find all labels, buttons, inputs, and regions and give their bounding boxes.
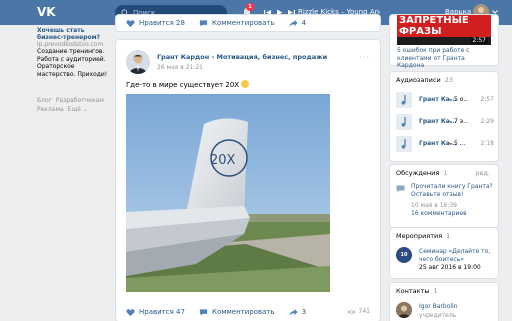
contacts-section: Контакты 1 Igor Barbolin учредитель — [390, 283, 498, 321]
discussion-topic[interactable]: Прочитали книгу Гранта? Оставьте отзыв! — [411, 183, 493, 198]
discussion-comments[interactable]: 16 комментариев — [411, 210, 467, 217]
heart-icon — [126, 19, 135, 27]
post: Грант Кардон - Мотивация, бизнес, продаж… — [116, 40, 380, 321]
previous-post-actions: Нравится 28 Комментировать 4 — [126, 17, 320, 29]
contacts-count: 1 — [433, 287, 438, 295]
post-photo[interactable]: 20X — [126, 94, 330, 292]
footer-link-developers[interactable]: Разработчикам — [56, 97, 104, 104]
comment-label: Комментировать — [211, 308, 275, 316]
post-text: Где-то в мире существует 20X — [126, 80, 250, 90]
views-counter: 741 — [347, 308, 370, 315]
discussions-count: 1 — [443, 169, 448, 177]
contacts-title-label: Контакты — [396, 287, 430, 295]
share-count: 3 — [301, 308, 307, 316]
comment-icon — [199, 308, 208, 316]
track-title: 5 ... — [454, 140, 466, 147]
track-separator: – — [449, 96, 452, 103]
chevron-down-icon[interactable] — [492, 10, 498, 14]
post-text-content: Где-то в мире существует 20X — [126, 81, 240, 89]
post-menu-icon[interactable]: ··· — [359, 53, 370, 62]
like-count: 47 — [176, 308, 185, 316]
smile-emoji-icon — [241, 80, 250, 88]
notifications-badge: 1 — [246, 3, 254, 11]
share-count: 4 — [301, 19, 307, 27]
post-date[interactable]: 26 мая в 21:21 — [157, 64, 203, 71]
eye-icon — [347, 309, 356, 314]
like-button[interactable]: Нравится 47 — [126, 308, 185, 317]
audio-title-label: Аудиозаписи — [396, 76, 441, 84]
comment-button[interactable]: Комментировать — [199, 19, 275, 28]
discussions-title[interactable]: Обсуждения 1 — [396, 169, 447, 177]
footer-link-blog[interactable]: Блог — [37, 97, 52, 104]
comment-button[interactable]: Комментировать — [199, 308, 275, 317]
event-title[interactable]: Семинар «Делайте то, чего боитесь» — [419, 248, 493, 263]
edit-link[interactable]: ред. — [475, 169, 490, 177]
post-actions: Нравится 47 Комментировать 3 — [126, 306, 320, 318]
like-count: 28 — [176, 19, 185, 27]
post-author[interactable]: Грант Кардон - Мотивация, бизнес, продаж… — [157, 53, 327, 61]
share-button[interactable]: 3 — [289, 308, 306, 317]
share-button[interactable]: 4 — [289, 19, 306, 28]
audio-track[interactable]: Грант Ка... – 7 э... 2:29 — [396, 114, 494, 132]
ad-title[interactable]: Хочешь стать бизнес-тренером? — [37, 27, 107, 41]
discussion-date: 10 мая в 16:39 — [411, 202, 457, 209]
vk-logo[interactable]: VK — [37, 6, 59, 19]
tail-logo-text: 20X — [210, 153, 236, 168]
discussions-section: Обсуждения 1 ред. Прочитали книгу Гранта?… — [390, 165, 498, 227]
music-note-icon[interactable] — [396, 92, 412, 108]
music-note-icon[interactable] — [396, 136, 412, 152]
track-title: 5 о... — [454, 96, 468, 103]
promo-text[interactable]: 5 ошибок при работе с клиентами от Грант… — [397, 47, 493, 70]
track-separator: – — [449, 118, 452, 125]
track-separator: – — [449, 140, 452, 147]
contacts-title[interactable]: Контакты 1 — [396, 287, 438, 295]
promo-headline: ЗАПРЕТНЫЕ ФРАЗЫ — [399, 15, 469, 37]
discussion-icon — [396, 185, 405, 193]
discussions-title-label: Обсуждения — [396, 169, 440, 177]
events-section: Мероприятия 1 10 Семинар «Делайте то, чег… — [390, 228, 498, 278]
event-date: 25 авг 2016 в 19:00 — [419, 264, 481, 271]
comment-label: Комментировать — [211, 19, 275, 27]
events-count: 1 — [446, 232, 451, 240]
comment-icon — [199, 19, 208, 27]
footer-link-ads[interactable]: Реклама — [37, 106, 64, 113]
ad-domain[interactable]: lp.prevodkodstvo.com — [37, 41, 103, 48]
previous-post: Нравится 28 Комментировать 4 — [116, 15, 380, 31]
track-duration: 2:57 — [480, 96, 494, 103]
audio-section-title[interactable]: Аудиозаписи 23 — [396, 76, 453, 84]
heart-icon — [126, 308, 135, 316]
audio-section: Аудиозаписи 23 Грант Ка... – 5 о... 2:57 … — [390, 72, 498, 161]
footer-link-more[interactable]: Ещё ⌄ — [68, 106, 88, 113]
track-duration: 2:18 — [480, 140, 494, 147]
track-title: 7 э... — [454, 118, 468, 125]
promo-video-thumbnail[interactable]: ЗАПРЕТНЫЕ ФРАЗЫ 2:57 — [397, 15, 491, 45]
contact-role: учредитель — [419, 312, 457, 319]
event-logo[interactable]: 10 — [396, 247, 412, 263]
author-avatar[interactable] — [126, 50, 150, 74]
video-duration: 2:57 — [470, 37, 488, 44]
share-icon — [289, 308, 298, 316]
events-title[interactable]: Мероприятия 1 — [396, 232, 450, 240]
ad-text: Создание тренингов. Работа с аудиторией.… — [37, 48, 108, 78]
contact-avatar[interactable] — [396, 302, 412, 318]
promo-video-card[interactable]: ЗАПРЕТНЫЕ ФРАЗЫ 2:57 5 ошибок при работе… — [390, 15, 498, 69]
like-button[interactable]: Нравится 28 — [126, 19, 185, 28]
music-note-icon[interactable] — [396, 114, 412, 130]
audio-count: 23 — [444, 76, 453, 84]
footer-links: Блог Разработчикам Реклама Ещё ⌄ — [37, 96, 112, 114]
like-label: Нравится — [139, 19, 174, 27]
contact-name[interactable]: Igor Barbolin — [419, 303, 458, 310]
audio-track[interactable]: Грант Ка... – 5 о... 2:57 — [396, 92, 494, 110]
like-label: Нравится — [139, 308, 174, 316]
events-title-label: Мероприятия — [396, 232, 443, 240]
share-icon — [289, 19, 298, 27]
audio-track[interactable]: Грант Ка... – 5 ... 2:18 — [396, 136, 494, 154]
views-count: 741 — [358, 308, 370, 315]
track-duration: 2:29 — [480, 118, 494, 125]
